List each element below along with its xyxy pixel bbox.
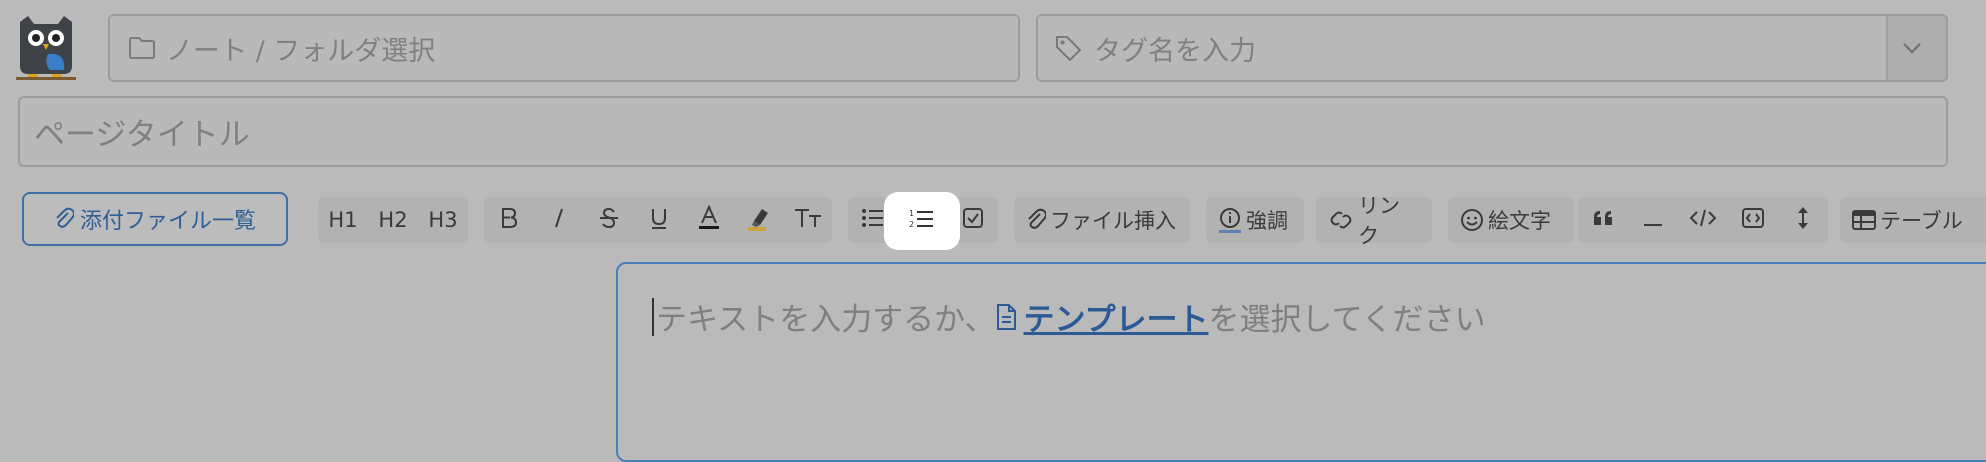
paperclip-icon (54, 207, 74, 231)
horizontal-rule-button[interactable] (1628, 197, 1678, 243)
font-size-icon (793, 207, 823, 234)
note-folder-select[interactable]: ノート / フォルダ選択 (108, 14, 1020, 82)
bold-button[interactable] (484, 197, 534, 243)
file-insert-label: ファイル挿入 (1050, 209, 1176, 233)
ordered-list-icon: 12 (909, 208, 935, 234)
info-circle-icon (1218, 207, 1242, 233)
heading-group: H1 H2 H3 (318, 197, 468, 243)
emoji-group: 絵文字 (1448, 197, 1574, 243)
link-icon (1328, 209, 1354, 231)
emphasis-label: 強調 (1246, 209, 1288, 233)
code-button[interactable] (1678, 197, 1728, 243)
editor-prompt-before: テキストを入力するか、 (656, 302, 996, 338)
quote-button[interactable] (1578, 197, 1628, 243)
page-title-input[interactable]: ページタイトル (18, 96, 1948, 167)
svg-text:2: 2 (909, 220, 914, 229)
editor-toolbar: 添付ファイル一覧 H1 H2 H3 1 2 ファイル挿入 強調 リンク 絵文字 … (0, 192, 1986, 250)
editor-prompt-after: を選択してください (1208, 302, 1486, 338)
expand-vertical-icon (1796, 206, 1810, 235)
tag-icon (1054, 34, 1084, 62)
emphasis-button[interactable]: 強調 (1206, 197, 1300, 243)
bullet-list-icon (861, 208, 885, 233)
checkbox-icon (962, 207, 984, 234)
italic-icon (551, 207, 567, 234)
strikethrough-icon (598, 207, 620, 234)
font-color-icon (698, 204, 720, 236)
h1-button[interactable]: H1 (318, 197, 368, 243)
highlighter-button[interactable] (734, 197, 784, 243)
attachment-list-button[interactable]: 添付ファイル一覧 (22, 192, 288, 246)
tag-placeholder: タグ名を入力 (1094, 35, 1256, 67)
bold-icon (499, 207, 519, 234)
table-label: テーブル (1880, 209, 1963, 233)
font-color-button[interactable] (684, 197, 734, 243)
app-logo[interactable] (14, 14, 78, 80)
chevron-down-icon (1902, 42, 1922, 54)
block-group (1578, 197, 1828, 243)
tag-dropdown-toggle[interactable] (1886, 16, 1946, 80)
emoji-button[interactable]: 絵文字 (1448, 197, 1563, 243)
template-link-label: テンプレート (1023, 302, 1209, 338)
text-caret (652, 297, 654, 336)
underline-button[interactable] (634, 197, 684, 243)
horizontal-rule-icon (1643, 208, 1663, 232)
strikethrough-button[interactable] (584, 197, 634, 243)
document-icon (995, 303, 1017, 331)
font-size-button[interactable] (784, 197, 832, 243)
file-insert-button[interactable]: ファイル挿入 (1014, 197, 1188, 243)
emoji-label: 絵文字 (1488, 209, 1551, 233)
page-title-placeholder: ページタイトル (34, 117, 250, 153)
code-icon (1689, 208, 1717, 233)
ordered-list-button[interactable]: 12 (884, 192, 960, 250)
editor-area[interactable]: テキストを入力するか、 テンプレート を選択してください (616, 262, 1986, 462)
underline-icon (649, 207, 669, 234)
table-group: テーブル (1840, 197, 1986, 243)
highlighter-icon (746, 205, 772, 236)
smile-icon (1460, 208, 1484, 232)
italic-button[interactable] (534, 197, 584, 243)
paperclip-icon (1026, 208, 1046, 232)
attachment-list-label: 添付ファイル一覧 (79, 209, 256, 234)
table-icon (1852, 210, 1876, 230)
note-folder-placeholder: ノート / フォルダ選択 (166, 35, 436, 67)
link-button[interactable]: リンク (1316, 194, 1432, 248)
link-group: リンク (1316, 194, 1432, 248)
tag-input[interactable]: タグ名を入力 (1036, 14, 1948, 82)
quote-icon (1592, 208, 1614, 232)
code-block-icon (1741, 207, 1765, 234)
emphasis-group: 強調 (1206, 197, 1304, 243)
file-insert-group: ファイル挿入 (1014, 197, 1190, 243)
link-label: リンク (1358, 194, 1400, 248)
text-style-group (484, 197, 832, 243)
editor-placeholder: テキストを入力するか、 テンプレート を選択してください (652, 294, 1486, 339)
code-block-button[interactable] (1728, 197, 1778, 243)
svg-text:1: 1 (909, 209, 914, 218)
expand-button[interactable] (1778, 197, 1828, 243)
h3-button[interactable]: H3 (418, 197, 468, 243)
h2-button[interactable]: H2 (368, 197, 418, 243)
folder-icon (128, 36, 156, 60)
template-link[interactable]: テンプレート (995, 294, 1209, 339)
table-button[interactable]: テーブル (1840, 197, 1975, 243)
